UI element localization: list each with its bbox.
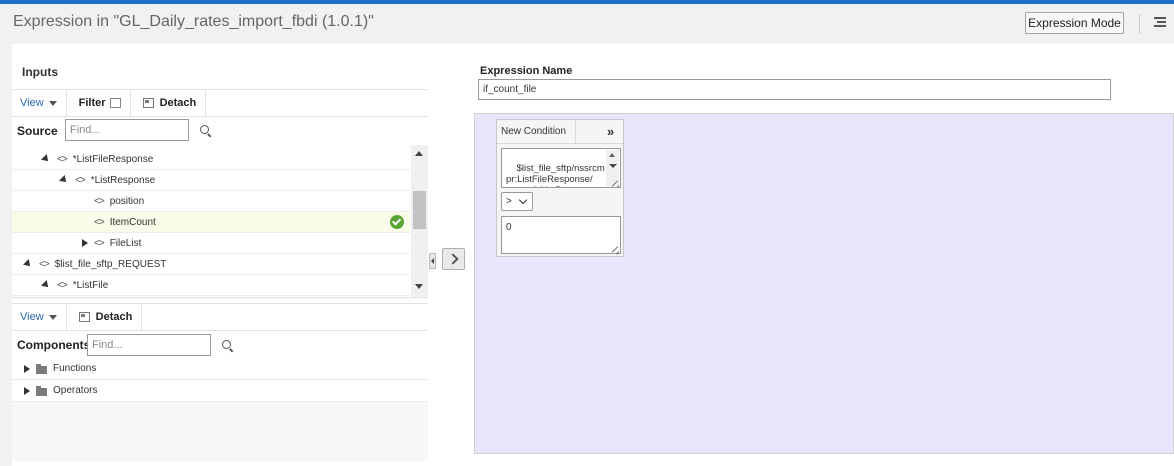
view-label: View: [20, 311, 44, 323]
folder-icon: [36, 385, 47, 396]
components-view-menu[interactable]: View: [12, 304, 66, 330]
tree-row[interactable]: <> *ListFileResponse: [12, 149, 410, 170]
detach-icon: [142, 98, 154, 108]
tree-row[interactable]: <> FileList: [12, 233, 410, 254]
double-chevron-right-icon[interactable]: »: [607, 125, 614, 138]
expression-name-label: Expression Name: [480, 65, 573, 77]
tree-row[interactable]: <> *ListFile: [12, 275, 410, 296]
expanded-icon[interactable]: [59, 175, 69, 185]
tree-row[interactable]: <> position: [12, 191, 410, 212]
filter-label: Filter: [78, 97, 106, 109]
components-row-label: Operators: [53, 385, 98, 396]
caret-down-icon: [48, 100, 57, 106]
scroll-down-icon[interactable]: [415, 284, 423, 289]
source-view-menu[interactable]: View: [12, 90, 66, 116]
top-accent-bar: [0, 0, 1174, 4]
components-row-operators[interactable]: Operators: [12, 380, 428, 402]
search-icon[interactable]: [222, 340, 234, 352]
components-toolbar: View Detach: [12, 303, 428, 331]
tree-row-label: *ListFile: [72, 279, 109, 291]
condition-right-text: 0: [506, 222, 512, 233]
expression-mode-button[interactable]: Expression Mode: [1025, 12, 1124, 34]
hamburger-icon[interactable]: [1154, 17, 1166, 29]
scroll-up-icon[interactable]: [609, 153, 615, 157]
collapsed-icon[interactable]: [24, 364, 30, 373]
tree-row-label: $list_file_sftp_REQUEST: [54, 258, 167, 270]
condition-left-text: $list_file_sftp/nssrcm pr:ListFileRespon…: [506, 163, 605, 187]
components-row-label: Functions: [53, 363, 97, 374]
detach-label: Detach: [159, 97, 197, 109]
tree-row-label: *ListFileResponse: [72, 153, 154, 165]
tree-row[interactable]: <> *ListResponse: [12, 170, 410, 191]
detach-icon: [78, 312, 90, 322]
tree-scrollbar[interactable]: [411, 145, 428, 297]
tree-row[interactable]: <> $list_file_sftp_REQUEST: [12, 254, 410, 275]
detach-label: Detach: [95, 311, 133, 323]
inputs-heading: Inputs: [22, 65, 58, 79]
tree-row-selected[interactable]: <> ItemCount: [12, 212, 410, 233]
source-toolbar: View Filter Detach: [12, 89, 428, 117]
collapsed-icon[interactable]: [82, 239, 88, 247]
tree-row-label: FileList: [109, 237, 142, 249]
source-detach-button[interactable]: Detach: [131, 90, 206, 116]
caret-down-icon: [48, 314, 57, 320]
expanded-icon[interactable]: [41, 154, 51, 164]
element-icon: <>: [57, 153, 68, 165]
element-icon: <>: [94, 216, 105, 228]
filter-icon: [109, 98, 121, 108]
components-tree: Functions Operators: [12, 358, 428, 402]
element-icon: <>: [94, 237, 105, 249]
header-divider: [1139, 14, 1140, 34]
source-search-input[interactable]: [65, 119, 189, 141]
expression-name-input[interactable]: [478, 79, 1111, 100]
collapsed-icon[interactable]: [24, 386, 30, 395]
components-detach-button[interactable]: Detach: [67, 304, 142, 330]
folder-icon: [36, 363, 47, 374]
components-empty-area: [12, 402, 428, 461]
collapse-panel-handle[interactable]: [429, 253, 436, 269]
components-row-functions[interactable]: Functions: [12, 358, 428, 380]
condition-left-operand[interactable]: $list_file_sftp/nssrcm pr:ListFileRespon…: [501, 148, 621, 188]
element-icon: <>: [94, 195, 105, 207]
search-icon[interactable]: [200, 125, 212, 137]
resize-grip-icon[interactable]: [611, 178, 619, 186]
source-label: Source: [17, 124, 58, 138]
scroll-thumb[interactable]: [413, 191, 426, 229]
operator-select[interactable]: >: [501, 192, 533, 211]
scroll-up-icon[interactable]: [415, 151, 423, 156]
condition-header: New Condition: [497, 120, 623, 144]
insert-arrow-button[interactable]: [442, 248, 465, 270]
components-search-input[interactable]: [87, 334, 211, 356]
tree-row-label: ItemCount: [109, 216, 156, 228]
element-icon: <>: [57, 279, 68, 291]
scroll-down-icon[interactable]: [609, 164, 617, 168]
element-icon: <>: [39, 258, 50, 270]
condition-title: New Condition: [501, 126, 567, 137]
components-label: Components: [17, 338, 91, 352]
resize-grip-icon[interactable]: [611, 244, 619, 252]
view-label: View: [20, 97, 44, 109]
tree-row-label: position: [109, 195, 145, 207]
expanded-icon[interactable]: [23, 259, 33, 269]
page-title: Expression in "GL_Daily_rates_import_fbd…: [13, 13, 374, 30]
chevron-down-icon: [518, 195, 528, 205]
condition-right-operand[interactable]: 0: [501, 216, 621, 254]
expanded-icon[interactable]: [41, 280, 51, 290]
tree-row-label: *ListResponse: [90, 174, 156, 186]
operator-value: >: [506, 196, 512, 207]
element-icon: <>: [75, 174, 86, 186]
condition-block[interactable]: New Condition » $list_file_sftp/nssrcm p…: [496, 119, 624, 257]
check-icon: [390, 215, 404, 229]
source-tree: <> *ListFileResponse <> *ListResponse <>…: [12, 145, 428, 298]
filter-button[interactable]: Filter: [67, 90, 130, 116]
